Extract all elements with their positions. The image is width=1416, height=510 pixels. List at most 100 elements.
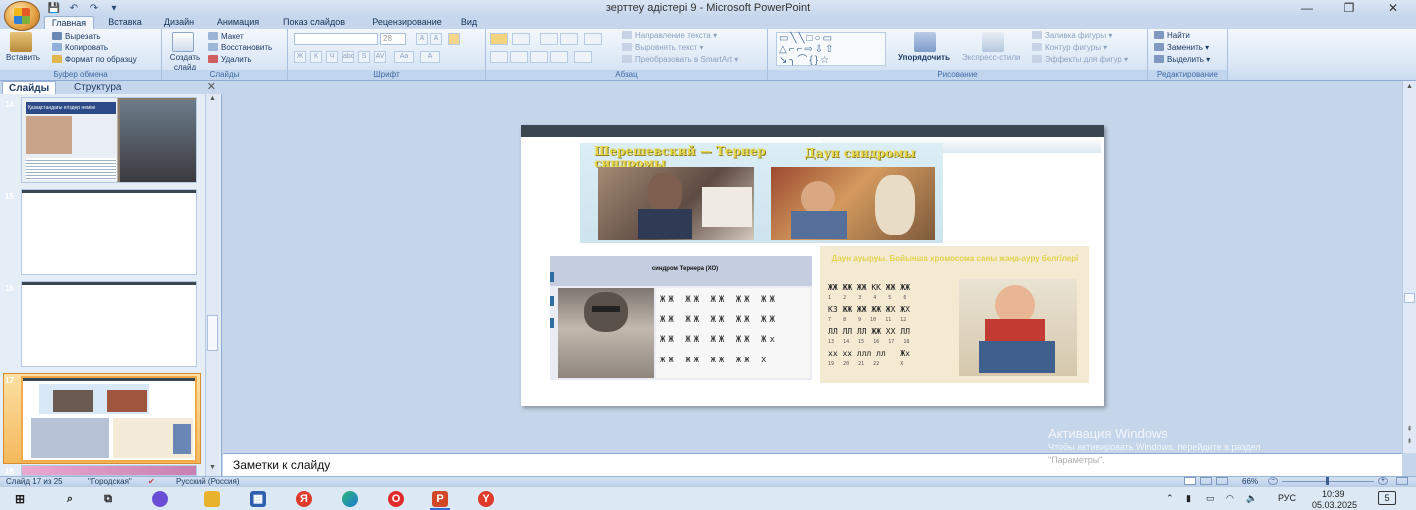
- font-size-field[interactable]: 28: [380, 33, 406, 45]
- clock-time[interactable]: 10:39: [1322, 489, 1345, 499]
- notes-pane[interactable]: Заметки к слайду: [223, 453, 1402, 476]
- align-center-icon[interactable]: [510, 51, 528, 63]
- task-view-icon[interactable]: ⧉: [100, 491, 116, 507]
- tab-home[interactable]: Главная: [44, 16, 94, 29]
- zoom-level[interactable]: 66%: [1242, 477, 1258, 486]
- sorter-view-icon[interactable]: [1200, 477, 1212, 485]
- canvas-scroll-thumb[interactable]: [1404, 293, 1415, 303]
- prev-slide-icon[interactable]: ⇞: [1404, 425, 1415, 433]
- battery-icon[interactable]: ▭: [1206, 493, 1215, 504]
- align-right-icon[interactable]: [530, 51, 548, 63]
- copilot-icon[interactable]: [152, 491, 168, 507]
- volume-icon[interactable]: 🔈: [1246, 493, 1257, 504]
- shapes-gallery[interactable]: ▭╲╲□○▭ △⌐⌐⇨⇩⇧ ↘╮⌒{}☆: [776, 32, 886, 66]
- quick-styles-icon[interactable]: [982, 32, 1004, 52]
- arrange-button[interactable]: Упорядочить: [898, 53, 950, 63]
- tab-slideshow[interactable]: Показ слайдов: [276, 16, 352, 29]
- arrange-icon[interactable]: [914, 32, 936, 52]
- zoom-slider-thumb[interactable]: [1326, 477, 1329, 485]
- smartart-button[interactable]: Преобразовать в SmartArt: [635, 55, 732, 64]
- cut-button[interactable]: Вырезать: [65, 32, 101, 41]
- replace-button[interactable]: Заменить: [1167, 43, 1203, 52]
- tab-animation[interactable]: Анимация: [210, 16, 266, 29]
- change-case-icon[interactable]: Aa: [394, 51, 414, 63]
- panel-scroll-thumb[interactable]: [207, 315, 218, 351]
- zoom-out-icon[interactable]: −: [1268, 477, 1278, 485]
- select-button[interactable]: Выделить: [1167, 55, 1204, 64]
- grow-font-icon[interactable]: A: [416, 33, 428, 45]
- find-button[interactable]: Найти: [1167, 31, 1190, 40]
- numbering-icon[interactable]: [512, 33, 530, 45]
- shape-effects-button[interactable]: Эффекты для фигур: [1045, 55, 1122, 64]
- shrink-font-icon[interactable]: A: [430, 33, 442, 45]
- format-painter-button[interactable]: Формат по образцу: [65, 55, 137, 64]
- panel-scrollbar[interactable]: ▲ ▼: [205, 94, 219, 476]
- save-icon[interactable]: 💾: [46, 2, 62, 15]
- tab-insert[interactable]: Вставка: [100, 16, 150, 29]
- font-color-icon[interactable]: A: [420, 51, 440, 63]
- start-icon[interactable]: ⊞: [12, 491, 28, 507]
- shape-outline-button[interactable]: Контур фигуры: [1045, 43, 1101, 52]
- underline-icon[interactable]: Ч: [326, 51, 338, 63]
- input-language[interactable]: РУС: [1278, 493, 1296, 503]
- redo-icon[interactable]: ↷: [86, 2, 102, 15]
- undo-icon[interactable]: ↶: [66, 2, 82, 15]
- office-button[interactable]: [4, 1, 40, 31]
- maximize-button[interactable]: ❐: [1334, 0, 1364, 16]
- zoom-in-icon[interactable]: +: [1378, 477, 1388, 485]
- text-direction-button[interactable]: Направление текста: [635, 31, 711, 40]
- bold-icon[interactable]: Ж: [294, 51, 306, 63]
- notes-placeholder[interactable]: Заметки к слайду: [233, 458, 330, 472]
- spacing-icon[interactable]: AV: [374, 51, 386, 63]
- opera-icon[interactable]: O: [388, 491, 404, 507]
- qat-more-icon[interactable]: ▾: [106, 2, 122, 15]
- search-icon[interactable]: ⌕: [62, 491, 78, 507]
- panel-close-icon[interactable]: ✕: [207, 81, 216, 94]
- yandex-browser-icon[interactable]: Y: [478, 491, 494, 507]
- new-slide-icon[interactable]: [172, 32, 194, 52]
- tab-slides[interactable]: Слайды: [2, 81, 57, 94]
- align-left-icon[interactable]: [490, 51, 508, 63]
- strikethrough-icon[interactable]: abc: [342, 51, 354, 63]
- italic-icon[interactable]: К: [310, 51, 322, 63]
- quick-styles-button[interactable]: Экспресс-стили: [962, 53, 1021, 63]
- tray-expand-icon[interactable]: ⌃: [1166, 493, 1174, 504]
- minimize-button[interactable]: —: [1292, 0, 1322, 16]
- shape-fill-button[interactable]: Заливка фигуры: [1045, 31, 1106, 40]
- slide-thumbnail-18[interactable]: [21, 465, 197, 476]
- current-slide[interactable]: Шерешевский — Тернер синдромы Даун синдр…: [521, 125, 1104, 406]
- file-explorer-icon[interactable]: [204, 491, 220, 507]
- tab-outline[interactable]: Структура: [68, 81, 127, 94]
- yandex-icon[interactable]: Я: [296, 491, 312, 507]
- align-text-button[interactable]: Выровнять текст: [635, 43, 697, 52]
- paste-icon[interactable]: [10, 32, 32, 52]
- fit-window-icon[interactable]: [1396, 477, 1408, 485]
- font-name-field[interactable]: [294, 33, 378, 45]
- delete-slide-button[interactable]: Удалить: [221, 55, 252, 64]
- spellcheck-icon[interactable]: ✔: [148, 477, 155, 486]
- tab-review[interactable]: Рецензирование: [362, 16, 452, 29]
- copy-button[interactable]: Копировать: [65, 43, 108, 52]
- clock-date[interactable]: 05.03.2025: [1312, 500, 1357, 510]
- powerpoint-icon[interactable]: P: [432, 491, 448, 507]
- slide-thumbnail-14[interactable]: Қазақстандағы егіздер неміні: [21, 97, 197, 183]
- edge-icon[interactable]: [342, 491, 358, 507]
- app-icon[interactable]: ▦: [250, 491, 266, 507]
- decrease-indent-icon[interactable]: [540, 33, 558, 45]
- canvas-scrollbar[interactable]: ▲ ⇞ ⇟: [1402, 81, 1416, 453]
- normal-view-icon[interactable]: [1184, 477, 1196, 485]
- language-indicator[interactable]: Русский (Россия): [176, 477, 239, 486]
- tab-view[interactable]: Вид: [456, 16, 482, 29]
- slide-thumbnail-17[interactable]: [21, 376, 197, 462]
- notifications-icon[interactable]: 5: [1378, 491, 1396, 505]
- tab-design[interactable]: Дизайн: [154, 16, 204, 29]
- line-spacing-icon[interactable]: [584, 33, 602, 45]
- close-button[interactable]: ✕: [1378, 0, 1408, 16]
- paste-button[interactable]: Вставить: [6, 53, 40, 63]
- justify-icon[interactable]: [550, 51, 568, 63]
- layout-button[interactable]: Макет: [221, 32, 244, 41]
- increase-indent-icon[interactable]: [560, 33, 578, 45]
- wifi-icon[interactable]: ◠: [1226, 493, 1234, 504]
- slideshow-view-icon[interactable]: [1216, 477, 1228, 485]
- slide-thumbnail-15[interactable]: [21, 189, 197, 275]
